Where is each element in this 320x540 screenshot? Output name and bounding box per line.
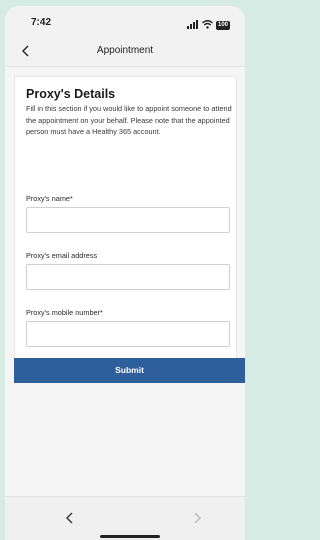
home-indicator (100, 535, 160, 538)
section-description: Fill in this section if you would like t… (26, 104, 232, 136)
proxy-email-input[interactable] (26, 264, 230, 290)
bottom-navigation (5, 496, 245, 540)
proxy-name-input[interactable] (26, 207, 230, 233)
page-title: Appointment (96, 45, 154, 56)
battery-icon: 100 (216, 20, 230, 30)
browser-forward-button[interactable] (190, 511, 204, 525)
nav-bar: Appointment (5, 34, 245, 67)
proxy-name-label: Proxy's name* (26, 194, 73, 203)
status-time: 7:42 (31, 17, 52, 28)
status-bar: 7:42 100 (5, 6, 245, 34)
proxy-email-label: Proxy's email address (26, 251, 98, 260)
chevron-right-icon (194, 512, 201, 524)
chevron-left-icon (66, 512, 73, 524)
phone-screen: 7:42 100 Appointment Proxy's Details Fil… (5, 6, 245, 540)
signal-icon (187, 16, 199, 34)
submit-button[interactable]: Submit (14, 358, 245, 383)
proxy-details-card: Proxy's Details Fill in this section if … (14, 76, 237, 368)
browser-back-button[interactable] (63, 511, 77, 525)
wifi-icon (202, 16, 213, 34)
proxy-mobile-input[interactable] (26, 321, 230, 347)
status-icons: 100 (187, 16, 230, 34)
proxy-mobile-label: Proxy's mobile number* (26, 308, 103, 317)
section-title: Proxy's Details (26, 87, 116, 101)
